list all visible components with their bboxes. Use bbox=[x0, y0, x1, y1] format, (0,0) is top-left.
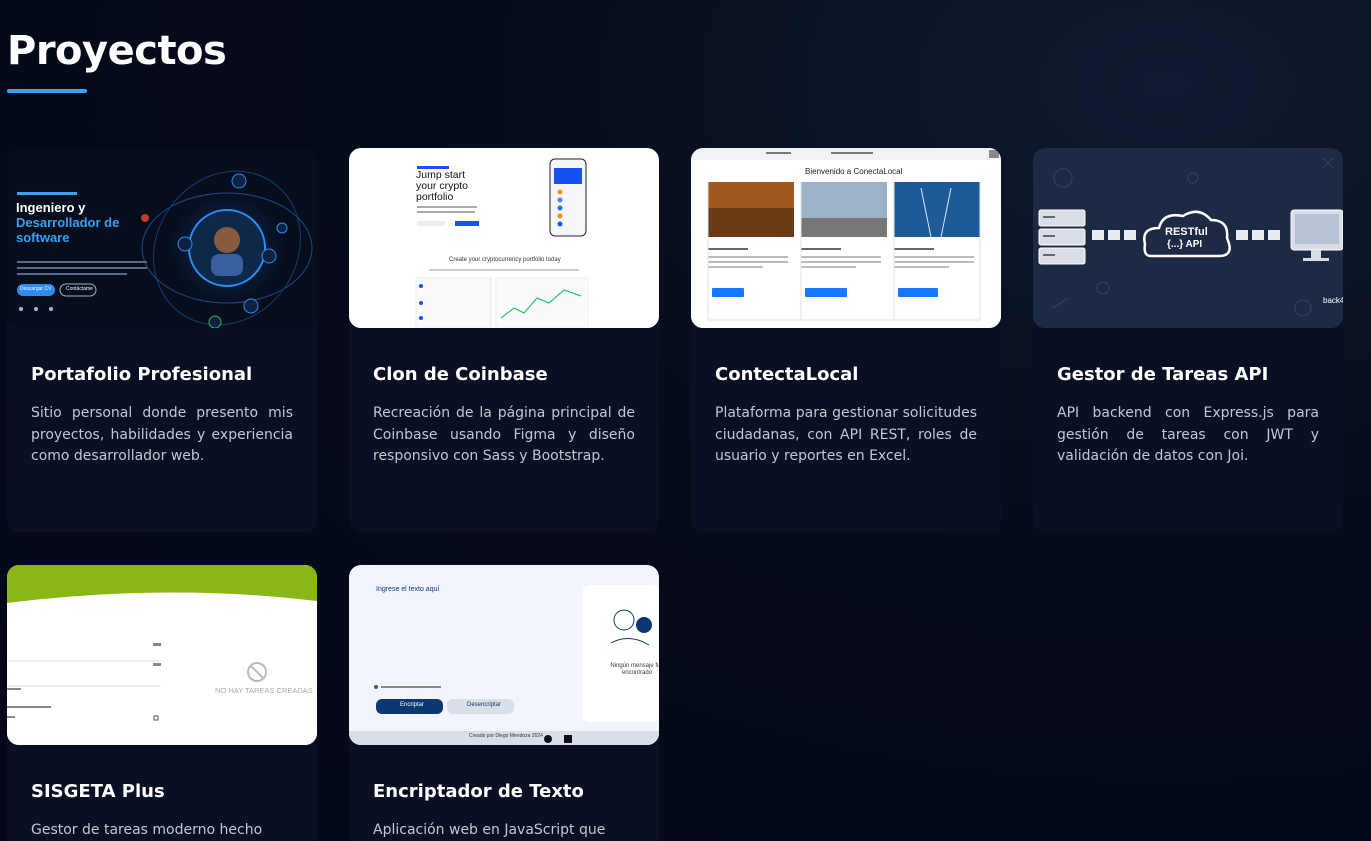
preview-heading: Jump start your crypto portfolio bbox=[416, 169, 468, 203]
preview-secondary-button: Contáctame bbox=[66, 286, 93, 292]
card-body: Clon de Coinbase Recreación de la página… bbox=[349, 328, 659, 488]
coinbase-preview-graphic bbox=[349, 148, 659, 328]
preview-heading-line1: Ingeniero y bbox=[16, 200, 86, 215]
project-card-contectalocal[interactable]: Bienvenido a ConectaLocal ContectaLocal … bbox=[691, 148, 1001, 532]
project-description: API backend con Express.js para gestión … bbox=[1057, 405, 1319, 464]
preview-cloud-line2: {...} API bbox=[1167, 239, 1203, 250]
section-title: Proyectos bbox=[7, 28, 227, 74]
preview-empty-text: NO HAY TAREAS CREADAS bbox=[215, 686, 313, 695]
project-description: Recreación de la página principal de Coi… bbox=[373, 405, 635, 464]
project-thumbnail[interactable]: NO HAY TAREAS CREADAS bbox=[7, 565, 317, 745]
project-card-gestor-api[interactable]: RESTful {...} API back4 Gestor de Tareas… bbox=[1033, 148, 1343, 532]
project-card-sisgeta[interactable]: NO HAY TAREAS CREADAS SISGETA Plus Gesto… bbox=[7, 565, 317, 841]
title-underline bbox=[7, 89, 87, 93]
preview-footer-text: Creado por Diego Mendoza 2024 bbox=[469, 733, 543, 739]
project-title[interactable]: Gestor de Tareas API bbox=[1057, 364, 1319, 385]
card-body: ContectaLocal Plataforma para gestionar … bbox=[691, 328, 1001, 488]
preview-cloud-line1: RESTful bbox=[1165, 226, 1208, 238]
project-title[interactable]: ContectaLocal bbox=[715, 364, 977, 385]
preview-heading-line3: software bbox=[16, 230, 70, 245]
card-body: Encriptador de Texto Aplicación web en J… bbox=[349, 745, 659, 841]
project-card-portafolio[interactable]: Ingeniero y Desarrollador de software De… bbox=[7, 148, 317, 532]
project-title[interactable]: Portafolio Profesional bbox=[31, 364, 293, 385]
project-thumbnail[interactable]: Jump start your crypto portfolio Create … bbox=[349, 148, 659, 328]
project-description: Aplicación web en JavaScript que bbox=[373, 822, 606, 838]
project-thumbnail[interactable]: RESTful {...} API back4 bbox=[1033, 148, 1343, 328]
project-thumbnail[interactable]: Ingeniero y Desarrollador de software De… bbox=[7, 148, 317, 328]
project-thumbnail[interactable]: Bienvenido a ConectaLocal bbox=[691, 148, 1001, 328]
card-body: Portafolio Profesional Sitio personal do… bbox=[7, 328, 317, 488]
project-thumbnail[interactable]: Ingrese el texto aquí Encriptar Desencri… bbox=[349, 565, 659, 745]
preview-corner-text: back4 bbox=[1323, 296, 1343, 305]
project-description: Gestor de tareas moderno hecho bbox=[31, 822, 263, 838]
preview-decrypt-button: Desencriptar bbox=[467, 702, 502, 708]
card-body: Gestor de Tareas API API backend con Exp… bbox=[1033, 328, 1343, 488]
project-title[interactable]: SISGETA Plus bbox=[31, 781, 293, 802]
preview-heading: Bienvenido a ConectaLocal bbox=[805, 167, 903, 176]
project-title[interactable]: Encriptador de Texto bbox=[373, 781, 635, 802]
project-card-coinbase[interactable]: Jump start your crypto portfolio Create … bbox=[349, 148, 659, 532]
project-title[interactable]: Clon de Coinbase bbox=[373, 364, 635, 385]
project-card-encriptador[interactable]: Ingrese el texto aquí Encriptar Desencri… bbox=[349, 565, 659, 841]
preview-primary-button: Descargar CV bbox=[20, 286, 52, 292]
project-description: Plataforma para gestionar solicitudes ci… bbox=[715, 405, 977, 464]
preview-subheading: Create your cryptocurrency portfolio tod… bbox=[449, 257, 561, 263]
preview-encrypt-button: Encriptar bbox=[400, 702, 425, 708]
projects-page: Proyectos Ingeniero y Desarrollador de s… bbox=[0, 0, 1371, 841]
api-preview-graphic bbox=[1033, 148, 1343, 328]
preview-text-placeholder: Ingrese el texto aquí bbox=[376, 586, 440, 593]
sisgeta-preview-graphic bbox=[7, 565, 317, 745]
card-body: SISGETA Plus Gestor de tareas moderno he… bbox=[7, 745, 317, 841]
project-description: Sitio personal donde presento mis proyec… bbox=[31, 405, 293, 464]
preview-heading-line2: Desarrollador de bbox=[16, 215, 120, 230]
preview-empty-title: Ningún mensaje fue encontrado bbox=[610, 663, 659, 676]
